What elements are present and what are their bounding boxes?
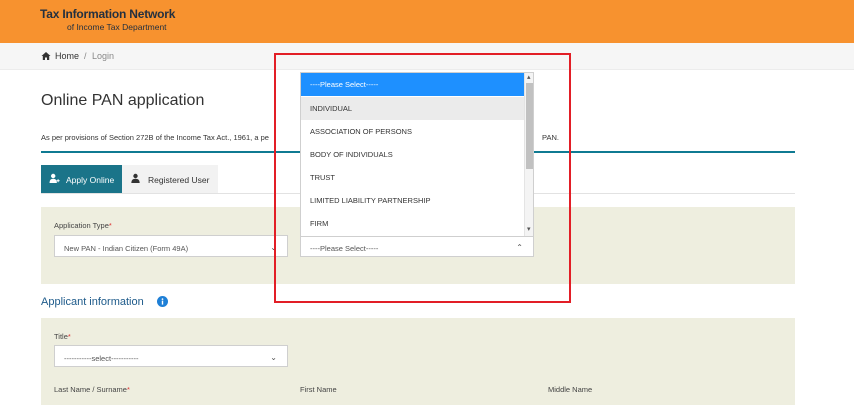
site-header: Tax Information Network of Income Tax De…: [0, 0, 854, 43]
brand-subtitle: of Income Tax Department: [67, 22, 167, 32]
application-type-value: New PAN - Indian Citizen (Form 49A): [64, 244, 189, 253]
breadcrumb-current: Login: [92, 51, 115, 61]
tab-registered-user[interactable]: Registered User: [122, 165, 218, 193]
last-name-label-text: Last Name / Surname: [54, 385, 127, 394]
info-icon[interactable]: [157, 296, 168, 307]
applicant-information-heading: Applicant information: [41, 296, 144, 308]
tab-apply-online-label: Apply Online: [66, 175, 115, 185]
registered-user-icon: [131, 173, 140, 183]
application-type-label-text: Application Type: [54, 221, 109, 230]
last-name-label: Last Name / Surname*: [54, 385, 130, 394]
title-field-label-text: Title: [54, 332, 68, 341]
tab-apply-online[interactable]: Apply Online: [41, 165, 122, 193]
first-name-label: First Name: [300, 385, 337, 394]
tab-registered-user-label: Registered User: [148, 175, 210, 185]
breadcrumb-home-link[interactable]: Home: [55, 51, 79, 61]
application-type-label: Application Type*: [54, 221, 112, 230]
provision-text: As per provisions of Section 272B of the…: [41, 133, 269, 142]
required-marker: *: [126, 385, 130, 394]
brand-title[interactable]: Tax Information Network: [40, 7, 175, 21]
title-field-label: Title*: [54, 332, 71, 341]
middle-name-label: Middle Name: [548, 385, 593, 394]
apply-user-icon: [49, 173, 60, 183]
title-select-value: -----------select-----------: [64, 354, 139, 363]
required-marker: *: [67, 332, 71, 341]
required-marker: *: [108, 221, 112, 230]
breadcrumb-separator: /: [84, 51, 87, 61]
chevron-down-icon: ⌄: [270, 353, 277, 362]
title-select[interactable]: -----------select----------- ⌄: [54, 345, 288, 367]
annotation-highlight-box: [274, 53, 571, 303]
home-icon[interactable]: [41, 51, 51, 61]
application-type-select[interactable]: New PAN - Indian Citizen (Form 49A) ⌄: [54, 235, 288, 257]
page-title: Online PAN application: [41, 92, 205, 109]
